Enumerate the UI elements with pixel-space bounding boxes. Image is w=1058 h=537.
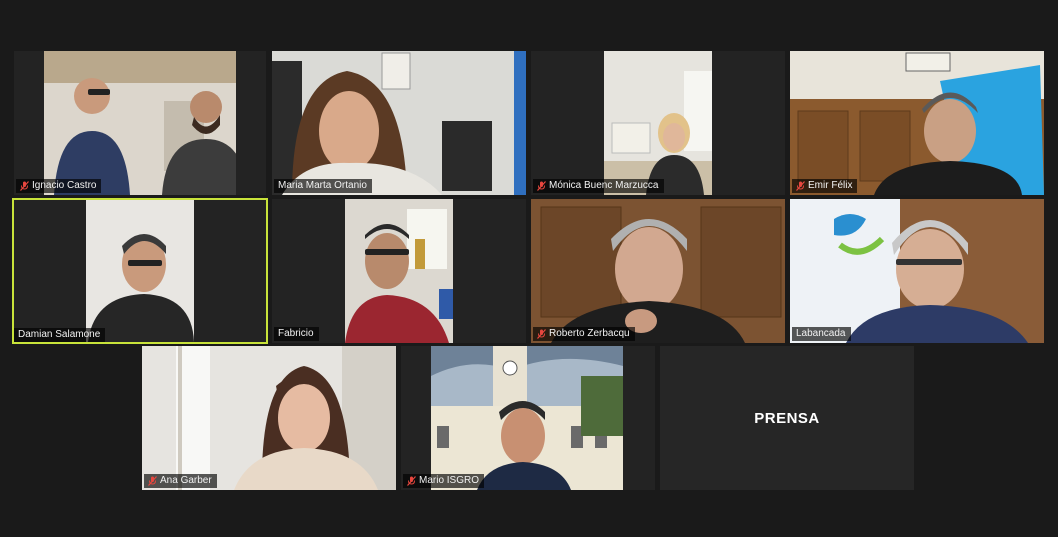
participant-name-placeholder: PRENSA — [754, 409, 820, 427]
mic-muted-icon — [407, 476, 416, 486]
participant-tile[interactable]: Mónica Buenc Marzucca — [531, 51, 785, 195]
participant-tile[interactable]: Fabricio — [272, 199, 526, 343]
participant-name: Fabricio — [278, 328, 314, 339]
participant-video — [790, 51, 1044, 195]
participant-nameplate: Damian Salamone — [14, 328, 106, 342]
participant-tile[interactable]: Labancada — [790, 199, 1044, 343]
video-gallery: Ignacio Castro Maria Marta Ortanio Mónic… — [0, 0, 1058, 537]
participant-name: Mario ISGRO — [419, 475, 480, 486]
participant-name: Emir Félix — [808, 180, 853, 191]
participant-tile[interactable]: Mario ISGRO — [401, 346, 655, 490]
participant-video — [345, 199, 453, 343]
participant-name: Mónica Buenc Marzucca — [549, 180, 659, 191]
mic-muted-icon — [20, 181, 29, 191]
participant-video — [142, 346, 396, 490]
participant-tile[interactable]: Ana Garber — [142, 346, 396, 490]
participant-nameplate: Mario ISGRO — [403, 474, 485, 488]
participant-name: Ignacio Castro — [32, 180, 97, 191]
participant-video — [272, 51, 526, 195]
participant-nameplate: Roberto Zerbacqu — [533, 327, 635, 341]
participant-video — [790, 199, 1044, 343]
participant-tile[interactable]: Roberto Zerbacqu — [531, 199, 785, 343]
participant-nameplate: Maria Marta Ortanio — [274, 179, 372, 193]
mic-muted-icon — [537, 329, 546, 339]
participant-nameplate: Emir Félix — [792, 179, 858, 193]
participant-video — [86, 200, 194, 342]
participant-nameplate: Fabricio — [274, 327, 319, 341]
participant-name: Labancada — [796, 328, 846, 339]
participant-tile[interactable]: PRENSA — [660, 346, 914, 490]
mic-muted-icon — [796, 181, 805, 191]
participant-name: Maria Marta Ortanio — [278, 180, 367, 191]
participant-nameplate: Ignacio Castro — [16, 179, 102, 193]
participant-video — [431, 346, 623, 490]
participant-name: Ana Garber — [160, 475, 212, 486]
participant-video — [44, 51, 236, 195]
participant-name: Damian Salamone — [18, 329, 101, 340]
participant-tile-active-speaker[interactable]: Damian Salamone — [12, 198, 268, 344]
participant-name: Roberto Zerbacqu — [549, 328, 630, 339]
mic-muted-icon — [148, 476, 157, 486]
participant-nameplate: Ana Garber — [144, 474, 217, 488]
mic-muted-icon — [537, 181, 546, 191]
participant-tile[interactable]: Maria Marta Ortanio — [272, 51, 526, 195]
participant-tile[interactable]: Emir Félix — [790, 51, 1044, 195]
participant-tile[interactable]: Ignacio Castro — [14, 51, 266, 195]
participant-video — [604, 51, 712, 195]
participant-video — [531, 199, 785, 343]
participant-nameplate: Labancada — [792, 327, 851, 341]
participant-nameplate: Mónica Buenc Marzucca — [533, 179, 664, 193]
